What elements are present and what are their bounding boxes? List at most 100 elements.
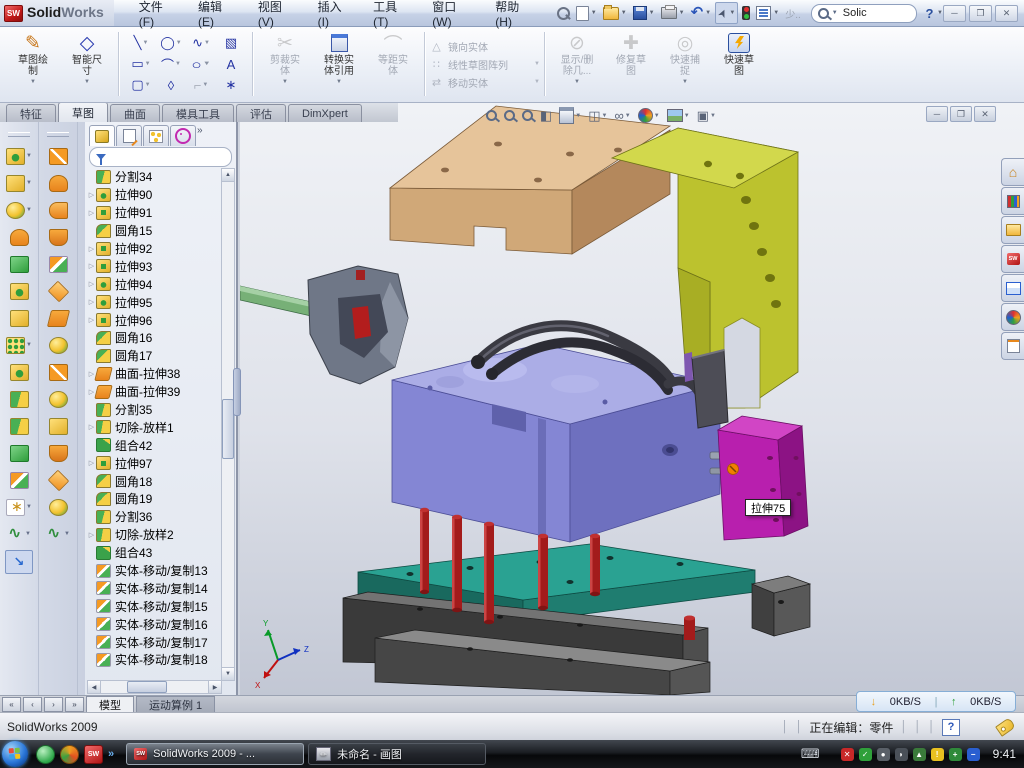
start-button[interactable] [2,741,28,767]
planar-surface-button[interactable] [45,307,71,329]
tab-评估[interactable]: 评估 [236,104,286,122]
rib-button[interactable] [6,361,32,383]
dropdown-arrow-icon[interactable]: ▼ [30,79,36,85]
featuremanager-tab[interactable] [89,125,115,146]
display-style-button[interactable]: ◫▼ [588,108,607,124]
dropdown-arrow-icon[interactable]: ▼ [534,61,540,67]
split-button[interactable] [6,388,32,410]
dropdown-arrow-icon[interactable]: ▼ [145,61,151,67]
options-button[interactable]: ▼ [754,3,781,23]
tree-item[interactable]: ▷拉伸94 [87,275,222,293]
dropdown-arrow-icon[interactable]: ▼ [729,10,735,16]
part-purple-sliver[interactable] [684,352,693,382]
graphics-area[interactable]: Y Z X ◧▼◫▼∞▼▼▼▣▼ ─ ❐ ✕ ⌂SW 拉伸75 [240,103,1024,695]
print-button[interactable]: ▼ [659,3,687,23]
fillet-button[interactable]: ▼ [6,199,32,221]
last-tab-button[interactable]: » [65,697,84,712]
doc-minimize-button[interactable]: ─ [926,106,948,122]
tree-item[interactable]: 实体-移动/复制17 [87,633,222,651]
dropdown-arrow-icon[interactable]: ▼ [26,504,32,510]
dropdown-arrow-icon[interactable]: ▼ [682,79,688,85]
dropdown-arrow-icon[interactable]: ▼ [282,79,288,85]
dropdown-arrow-icon[interactable]: ▼ [203,61,211,67]
tree-item[interactable]: 分割36 [87,508,222,526]
sketch-text-button[interactable]: A [216,54,246,75]
dropdown-arrow-icon[interactable]: ▼ [176,40,182,46]
model-canvas[interactable]: Y Z X [240,103,1024,695]
configurationmanager-tab[interactable] [143,125,169,146]
tree-item[interactable]: 实体-移动/复制13 [87,562,222,580]
tree-item[interactable]: ▷拉伸97 [87,454,222,472]
draft-button[interactable] [6,307,32,329]
tree-item[interactable]: ▷切除-放样2 [87,526,222,544]
tree-item[interactable]: ▷拉伸91 [87,204,222,222]
tree-item[interactable]: 分割35 [87,401,222,419]
update-tray-icon[interactable]: ● [877,748,890,761]
new-document-button[interactable]: ▼ [574,3,599,23]
boss-button[interactable] [6,253,32,275]
convert-entities-button[interactable]: 转换实体引用▼ [312,26,366,102]
view-settings-button[interactable]: ▣▼ [697,108,716,124]
menu-item-3[interactable]: 插入(I) [307,0,362,26]
tree-item[interactable]: ▷拉伸90 [87,186,222,204]
messenger-quicklaunch-button[interactable] [36,745,55,764]
section-view-button[interactable]: ◧ [540,108,552,124]
home-tab[interactable]: ⌂ [1001,158,1024,186]
expand-arrow-icon[interactable]: ▷ [87,191,96,199]
volume-tray-icon[interactable]: ◗ [895,748,908,761]
tree-item[interactable]: 圆角17 [87,347,222,365]
network-tray-icon[interactable]: ▲ [913,748,926,761]
dropdown-arrow-icon[interactable]: ▼ [64,531,70,537]
dropdown-arrow-icon[interactable]: ▼ [145,82,151,88]
tree-item[interactable]: ▷拉伸92 [87,240,222,258]
helix-surface-button[interactable]: ▼ [45,523,71,545]
expand-arrow-icon[interactable]: ▷ [87,531,96,539]
dropdown-arrow-icon[interactable]: ▼ [705,10,711,16]
tab-模型[interactable]: 模型 [86,696,134,713]
tree-item[interactable]: 实体-移动/复制16 [87,615,222,633]
expand-arrow-icon[interactable]: ▷ [87,209,96,217]
pin-button[interactable] [555,3,572,23]
sync-blocked-tray-icon[interactable]: − [967,748,980,761]
tree-item[interactable]: 圆角15 [87,222,222,240]
tree-item[interactable]: 实体-移动/复制14 [87,579,222,597]
minimize-button[interactable]: ─ [943,5,966,22]
dropdown-arrow-icon[interactable]: ▼ [654,113,660,119]
spline-button[interactable]: ∿▼ [186,33,216,54]
traffic-light-button[interactable] [740,3,752,23]
dropdown-arrow-icon[interactable]: ▼ [26,153,32,159]
status-help-button[interactable]: ? [942,719,960,736]
next-tab-button[interactable]: › [44,697,63,712]
quicklaunch-overflow[interactable]: » [108,748,114,760]
network-speed-widget[interactable]: ↓ 0KB/S | ↑ 0KB/S [856,691,1016,712]
tree-item[interactable]: 组合42 [87,436,222,454]
tree-item[interactable]: ▷拉伸93 [87,257,222,275]
fillet-surface-button[interactable] [45,496,71,518]
dimxpertmanager-tab[interactable] [170,125,196,146]
expand-arrow-icon[interactable]: ▷ [87,280,96,288]
linear-sketch-pattern-button[interactable]: ∷线性草图阵列▼ [430,57,540,72]
zoom-to-area-button[interactable] [504,110,515,121]
move-copy-body-button[interactable] [6,469,32,491]
solidworks-quicklaunch-button[interactable]: SW [84,745,103,764]
scroll-right-arrow[interactable]: ▶ [208,681,221,693]
dropdown-arrow-icon[interactable]: ▼ [84,79,90,85]
appearances-tab[interactable] [1001,303,1024,331]
reference-point-button[interactable]: ▼ [6,496,32,518]
tab-运动算例 1[interactable]: 运动算例 1 [136,696,215,713]
dropdown-arrow-icon[interactable]: ▼ [625,113,631,119]
dropdown-arrow-icon[interactable]: ▼ [26,207,32,213]
tree-horizontal-scrollbar[interactable]: ◀ ▶ [87,680,222,694]
scroll-down-arrow[interactable]: ▼ [222,667,234,680]
swept-boss-button[interactable] [6,226,32,248]
dropdown-arrow-icon[interactable]: ▼ [684,113,690,119]
split-2-button[interactable] [6,415,32,437]
tree-item[interactable]: 圆角19 [87,490,222,508]
tree-item[interactable]: ▷曲面-拉伸38 [87,365,222,383]
dropdown-arrow-icon[interactable]: ▼ [26,342,32,348]
tree-item[interactable]: 组合43 [87,544,222,562]
panel-tabs-overflow[interactable]: » [197,125,203,145]
propertymanager-tab[interactable] [116,125,142,146]
tree-filter-box[interactable] [89,147,232,167]
zoom-to-fit-button[interactable] [486,110,497,121]
